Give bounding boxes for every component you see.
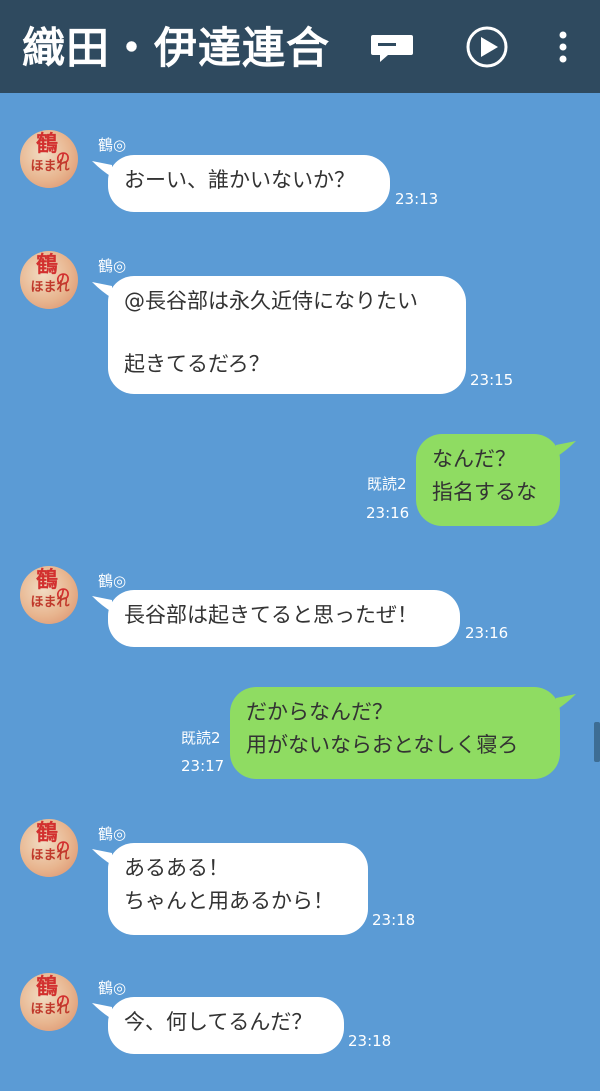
message-line: おーい、誰かいないか？	[124, 168, 355, 192]
avatar[interactable]: 鶴 の ほまれ	[20, 251, 78, 309]
avatar-kanji: 鶴	[36, 132, 59, 157]
play-icon[interactable]	[465, 25, 509, 69]
message-time: 23:18	[348, 1032, 392, 1050]
message-bubble[interactable]: 今、何してるんだ？	[108, 997, 344, 1054]
message-time: 23:16	[366, 504, 410, 522]
sender-name: 鶴◎	[98, 257, 127, 275]
sender-name: 鶴◎	[98, 979, 127, 997]
message-time: 23:16	[465, 624, 509, 642]
message-time: 23:17	[181, 757, 225, 775]
message-time: 23:13	[395, 190, 439, 208]
avatar-kanji: 鶴	[36, 821, 59, 846]
message-line: @長谷部は永久近侍になりたい	[124, 289, 418, 313]
avatar[interactable]: 鶴 の ほまれ	[20, 819, 78, 877]
message-time: 23:18	[372, 911, 416, 929]
sender-name: 鶴◎	[98, 825, 127, 843]
bubble-tail	[556, 694, 576, 710]
avatar[interactable]: 鶴 の ほまれ	[20, 566, 78, 624]
sender-name: 鶴◎	[98, 572, 127, 590]
read-receipt: 既読2	[181, 729, 221, 747]
avatar-sub: ほまれ	[30, 280, 70, 295]
message-bubble[interactable]: あるある！ ちゃんと用あるから！	[108, 843, 368, 935]
avatar-kanji: 鶴	[36, 975, 59, 1000]
avatar[interactable]: 鶴 の ほまれ	[20, 973, 78, 1031]
message-bubble[interactable]: 長谷部は起きてると思ったぜ！	[108, 590, 460, 647]
bubble-tail	[556, 441, 576, 457]
avatar-sub: ほまれ	[30, 1002, 70, 1017]
sender-name: 鶴◎	[98, 136, 127, 154]
message-bubble[interactable]: だからなんだ？ 用がないならおとなしく寝ろ	[230, 687, 560, 779]
note-icon[interactable]	[370, 32, 414, 62]
message-line	[124, 318, 450, 348]
read-receipt: 既読2	[367, 475, 407, 493]
chat-header: 織田・伊達連合	[0, 0, 600, 93]
message-line: あるある！	[124, 856, 229, 880]
message-line: だからなんだ？	[246, 700, 393, 724]
scrollbar-handle[interactable]	[594, 722, 600, 762]
message-line: 起きてるだろ？	[124, 352, 270, 376]
message-line: 今、何してるんだ？	[124, 1010, 313, 1034]
avatar-sub: ほまれ	[30, 848, 70, 863]
more-vertical-icon[interactable]	[554, 28, 572, 68]
message-line: 用がないならおとなしく寝ろ	[246, 733, 519, 757]
avatar-kanji: 鶴	[36, 253, 59, 278]
message-list[interactable]: 鶴 の ほまれ 鶴◎ おーい、誰かいないか？ 23:13 鶴 の ほまれ 鶴◎ …	[0, 93, 600, 1091]
message-bubble[interactable]: おーい、誰かいないか？	[108, 155, 390, 212]
message-line: 指名するな	[432, 480, 537, 504]
message-time: 23:15	[470, 371, 514, 389]
message-bubble[interactable]: @長谷部は永久近侍になりたい 起きてるだろ？	[108, 276, 466, 394]
avatar[interactable]: 鶴 の ほまれ	[20, 130, 78, 188]
avatar-sub: ほまれ	[30, 595, 70, 610]
avatar-sub: ほまれ	[30, 159, 70, 174]
message-line: ちゃんと用あるから！	[124, 889, 334, 913]
chat-title: 織田・伊達連合	[22, 24, 330, 74]
avatar-kanji: 鶴	[36, 568, 59, 593]
message-line: 長谷部は起きてると思ったぜ！	[124, 603, 418, 627]
message-line: なんだ？	[432, 447, 516, 471]
message-bubble[interactable]: なんだ？ 指名するな	[416, 434, 560, 526]
